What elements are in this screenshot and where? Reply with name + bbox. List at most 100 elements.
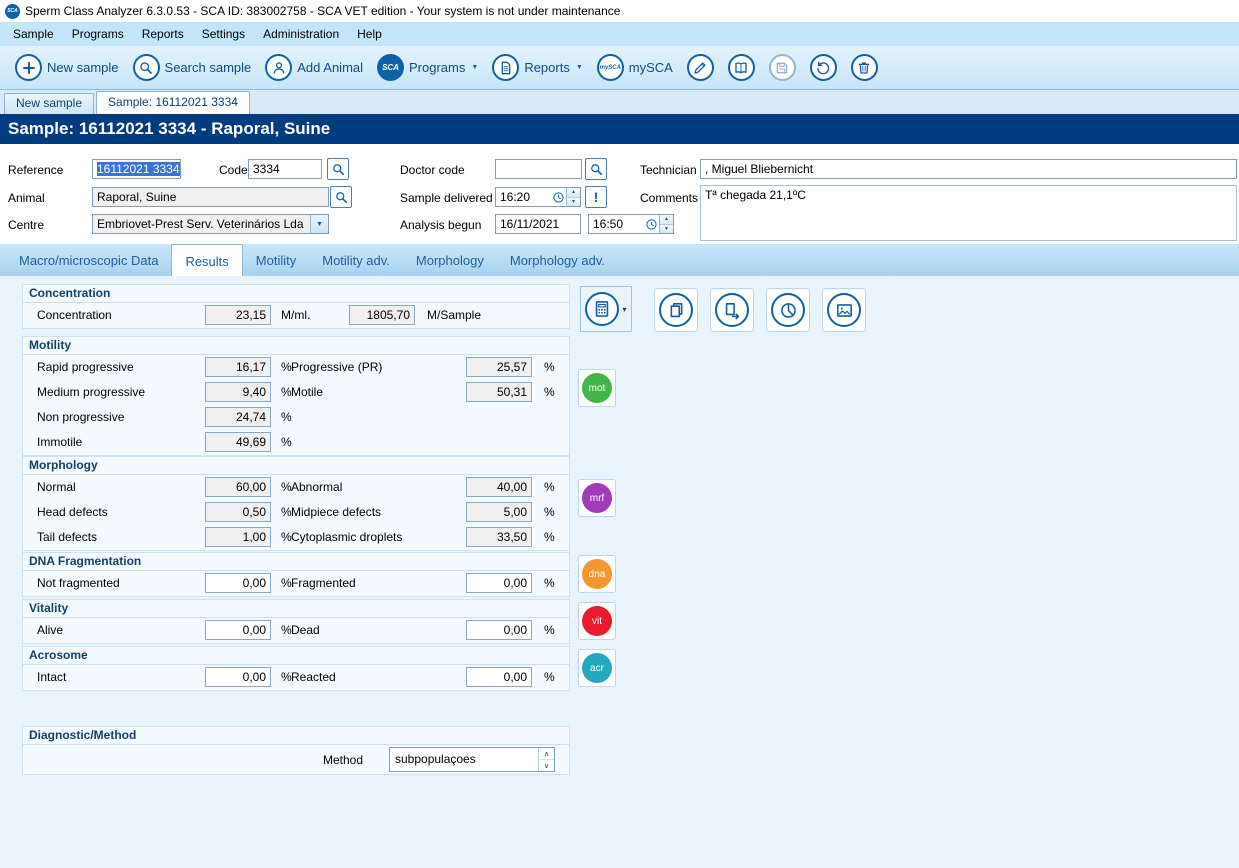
- spin-up-icon[interactable]: ▲: [567, 188, 580, 198]
- time-spinner[interactable]: ▲ ▼: [566, 188, 580, 206]
- spin-up-icon[interactable]: ▲: [660, 215, 673, 225]
- analysis-begun-time[interactable]: 16:50 ▲ ▼: [588, 214, 674, 234]
- tab-motility[interactable]: Motility: [243, 244, 309, 276]
- motile-unit: %: [544, 385, 555, 399]
- alive-input[interactable]: 0,00: [205, 620, 271, 640]
- rapid-progressive-input[interactable]: 16,17: [205, 357, 271, 377]
- abnormal-input[interactable]: 40,00: [466, 477, 532, 497]
- calculator-button[interactable]: ▾: [580, 286, 632, 332]
- toolbar-reports-button[interactable]: Reports▼: [485, 50, 589, 86]
- menu-item-administration[interactable]: Administration: [254, 23, 348, 45]
- toolbar-new-sample-button[interactable]: New sample: [8, 50, 126, 86]
- centre-combo[interactable]: Embriovet-Prest Serv. Veterinários Lda ▼: [92, 214, 329, 234]
- reacted-input[interactable]: 0,00: [466, 667, 532, 687]
- time-spinner[interactable]: ▲ ▼: [659, 215, 673, 233]
- toolbar-save-button[interactable]: [762, 50, 803, 86]
- intact-input[interactable]: 0,00: [205, 667, 271, 687]
- chart-button[interactable]: [766, 288, 810, 332]
- cytoplasmic-droplets-input[interactable]: 33,50: [466, 527, 532, 547]
- concentration-input[interactable]: 23,15: [205, 305, 271, 325]
- pencil-icon: [687, 54, 714, 81]
- method-combo[interactable]: subpopulaçoes ∧ ∨: [389, 747, 555, 772]
- toolbar-edit-button[interactable]: [680, 50, 721, 86]
- copy-button[interactable]: [654, 288, 698, 332]
- alert-button[interactable]: !: [585, 186, 607, 208]
- rapid-progressive-label: Rapid progressive: [37, 360, 134, 374]
- spin-down-icon[interactable]: ▼: [567, 198, 580, 207]
- tab-morphology-adv[interactable]: Morphology adv.: [497, 244, 618, 276]
- code-search-button[interactable]: [327, 158, 349, 180]
- spin-up-icon[interactable]: ∧: [539, 748, 554, 760]
- menu-item-reports[interactable]: Reports: [133, 23, 193, 45]
- comments-input[interactable]: Tª chegada 21,1ºC: [700, 185, 1237, 241]
- technician-input[interactable]: , Miguel Bliebernicht: [700, 159, 1237, 179]
- animal-search-button[interactable]: [330, 186, 352, 208]
- immotile-input[interactable]: 49,69: [205, 432, 271, 452]
- spin-down-icon[interactable]: ∨: [539, 760, 554, 771]
- dropdown-arrow-icon: ▼: [471, 64, 478, 71]
- tail-defects-label: Tail defects: [37, 530, 97, 544]
- doctor-code-input[interactable]: [495, 159, 582, 179]
- motility-group: MotilityRapid progressive16,17%Progressi…: [22, 336, 570, 456]
- toolbar-add-animal-button[interactable]: Add Animal: [258, 50, 370, 86]
- menu-item-programs[interactable]: Programs: [63, 23, 133, 45]
- normal-input[interactable]: 60,00: [205, 477, 271, 497]
- midpiece-defects-unit: %: [544, 505, 555, 519]
- toolbar-mysca-button[interactable]: mySCAmySCA: [590, 50, 680, 86]
- image-icon: [827, 293, 861, 327]
- fragmented-input[interactable]: 0,00: [466, 573, 532, 593]
- document-tab-sample-16112021-3334[interactable]: Sample: 16112021 3334: [96, 91, 250, 114]
- document-tab-new-sample[interactable]: New sample: [4, 93, 94, 114]
- abnormal-unit: %: [544, 480, 555, 494]
- non-progressive-input[interactable]: 24,74: [205, 407, 271, 427]
- toolbar-notes-button[interactable]: [721, 50, 762, 86]
- doctor-search-button[interactable]: [585, 158, 607, 180]
- result-tabs: Macro/microscopic DataResultsMotilityMot…: [0, 244, 1239, 276]
- menu-item-help[interactable]: Help: [348, 23, 391, 45]
- progressive-pr-input[interactable]: 25,57: [466, 357, 532, 377]
- menu-item-settings[interactable]: Settings: [193, 23, 254, 45]
- tail-defects-input[interactable]: 1,00: [205, 527, 271, 547]
- not-fragmented-input[interactable]: 0,00: [205, 573, 271, 593]
- toolbar-programs-button[interactable]: SCAPrograms▼: [370, 50, 485, 86]
- code-input[interactable]: 3334: [248, 159, 322, 179]
- vit-badge-button[interactable]: vit: [578, 602, 616, 640]
- morphology-group: MorphologyNormal60,00%Abnormal40,00%Head…: [22, 456, 570, 551]
- tab-results[interactable]: Results: [171, 244, 242, 276]
- dna-badge-button[interactable]: dna: [578, 555, 616, 593]
- sample-delivered-time[interactable]: 16:20 ▲ ▼: [495, 187, 581, 207]
- concentration-unit: M/ml.: [281, 308, 310, 322]
- method-value: subpopulaçoes: [390, 748, 538, 771]
- mot-badge-button[interactable]: mot: [578, 369, 616, 407]
- toolbar-search-sample-button[interactable]: Search sample: [126, 50, 259, 86]
- spin-down-icon[interactable]: ▼: [660, 225, 673, 234]
- duplicate-button[interactable]: [710, 288, 754, 332]
- toolbar-delete-button[interactable]: [844, 50, 885, 86]
- menu-item-sample[interactable]: Sample: [4, 23, 63, 45]
- toolbar-undo-button[interactable]: [803, 50, 844, 86]
- dead-input[interactable]: 0,00: [466, 620, 532, 640]
- tab-morphology[interactable]: Morphology: [403, 244, 497, 276]
- mrf-badge: mrf: [582, 483, 612, 513]
- motility-title: Motility: [23, 337, 569, 355]
- analysis-begun-date[interactable]: 16/11/2021: [495, 214, 581, 234]
- head-defects-input[interactable]: 0,50: [205, 502, 271, 522]
- motile-input[interactable]: 50,31: [466, 382, 532, 402]
- non-progressive-label: Non progressive: [37, 410, 124, 424]
- concentration-total-input[interactable]: 1805,70: [349, 305, 415, 325]
- animal-input[interactable]: Raporal, Suine: [92, 187, 329, 207]
- acr-badge: acr: [582, 653, 612, 683]
- midpiece-defects-input[interactable]: 5,00: [466, 502, 532, 522]
- method-spinner[interactable]: ∧ ∨: [538, 748, 554, 771]
- reference-input[interactable]: 16112021 3334: [92, 159, 181, 179]
- image-button[interactable]: [822, 288, 866, 332]
- mrf-badge-button[interactable]: mrf: [578, 479, 616, 517]
- sample-header: Sample: 16112021 3334 - Raporal, Suine: [0, 114, 1239, 144]
- tab-macro-microscopic-data[interactable]: Macro/microscopic Data: [6, 244, 171, 276]
- dropdown-arrow-icon[interactable]: ▼: [310, 215, 328, 233]
- medium-progressive-input[interactable]: 9,40: [205, 382, 271, 402]
- toolbar-reports-label: Reports: [524, 60, 570, 75]
- acr-badge-button[interactable]: acr: [578, 649, 616, 687]
- progressive-pr-unit: %: [544, 360, 555, 374]
- tab-motility-adv[interactable]: Motility adv.: [309, 244, 403, 276]
